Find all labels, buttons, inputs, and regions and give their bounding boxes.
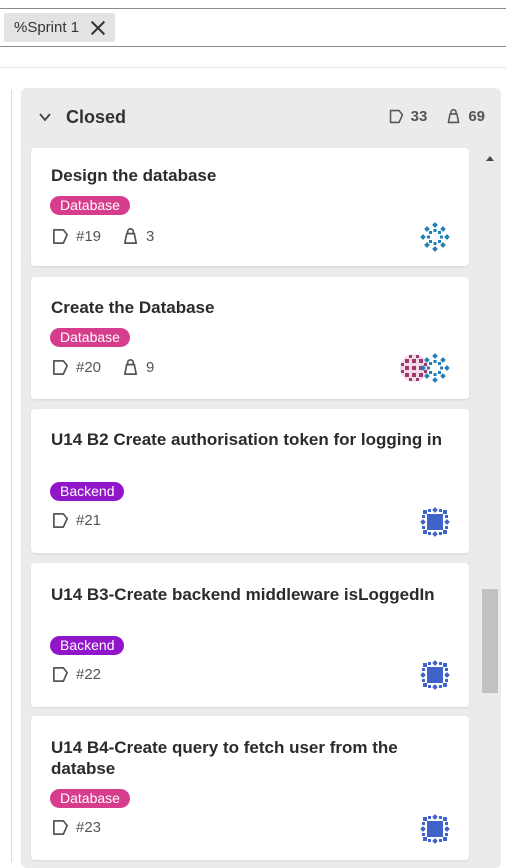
task-icon — [121, 358, 140, 377]
previous-column-edge — [0, 90, 12, 862]
card-title[interactable]: U14 B3-Create backend middleware isLogge… — [51, 584, 451, 605]
card-ref[interactable]: #20 — [76, 359, 101, 376]
story-icon — [51, 358, 70, 377]
task-icon — [121, 227, 140, 246]
divider — [0, 67, 506, 68]
filter-chip-sprint[interactable]: %Sprint 1 — [4, 13, 116, 42]
card-meta: #21 — [51, 511, 101, 530]
filter-chip-label: %Sprint 1 — [14, 19, 80, 36]
chevron-down-icon[interactable] — [39, 111, 51, 123]
story-icon — [388, 108, 405, 125]
card-meta: #23 — [51, 818, 101, 837]
card-task-count: 3 — [146, 228, 155, 245]
story-card[interactable]: Create the Database Database #20 9 — [31, 277, 469, 399]
avatar[interactable] — [420, 660, 450, 690]
card-ref[interactable]: #21 — [76, 512, 101, 529]
tag-database: Database — [50, 196, 130, 215]
avatar[interactable] — [420, 222, 450, 252]
card-meta: #19 3 — [51, 227, 154, 246]
card-meta: #22 — [51, 665, 101, 684]
scrollbar-thumb[interactable] — [482, 589, 498, 693]
column-header[interactable]: Closed 33 69 — [21, 88, 501, 148]
column-scrollbar[interactable] — [481, 152, 499, 868]
avatar[interactable] — [420, 507, 450, 537]
story-icon — [51, 665, 70, 684]
story-card[interactable]: U14 B4-Create query to fetch user from t… — [31, 716, 469, 860]
task-icon — [445, 108, 462, 125]
avatar[interactable] — [420, 814, 450, 844]
column-stats: 33 69 — [388, 108, 485, 125]
tag-database: Database — [50, 789, 130, 808]
story-icon — [51, 227, 70, 246]
card-title[interactable]: U14 B4-Create query to fetch user from t… — [51, 737, 451, 779]
card-ref[interactable]: #23 — [76, 819, 101, 836]
card-ref[interactable]: #19 — [76, 228, 101, 245]
tag-backend: Backend — [50, 482, 125, 501]
tasks-count: 69 — [468, 108, 485, 125]
card-ref[interactable]: #22 — [76, 666, 101, 683]
card-title[interactable]: Create the Database — [51, 297, 451, 318]
card-meta: #20 9 — [51, 358, 154, 377]
column-title: Closed — [66, 107, 127, 127]
scroll-up-arrow-icon[interactable] — [486, 156, 494, 161]
card-title[interactable]: Design the database — [51, 165, 451, 186]
tag-backend: Backend — [50, 636, 125, 655]
avatar[interactable] — [420, 353, 450, 383]
story-icon — [51, 818, 70, 837]
card-task-count: 9 — [146, 359, 155, 376]
board-column-closed: Closed 33 69 Design the database Databas… — [21, 88, 501, 868]
stories-count: 33 — [410, 108, 428, 125]
tag-database: Database — [50, 328, 130, 347]
story-card[interactable]: U14 B2 Create authorisation token for lo… — [31, 409, 469, 553]
story-card[interactable]: Design the database Database #19 3 — [31, 148, 469, 266]
filter-bar: %Sprint 1 — [0, 8, 506, 47]
close-icon[interactable] — [91, 21, 105, 35]
card-title[interactable]: U14 B2 Create authorisation token for lo… — [51, 429, 451, 450]
story-card[interactable]: U14 B3-Create backend middleware isLogge… — [31, 563, 469, 707]
story-icon — [51, 511, 70, 530]
